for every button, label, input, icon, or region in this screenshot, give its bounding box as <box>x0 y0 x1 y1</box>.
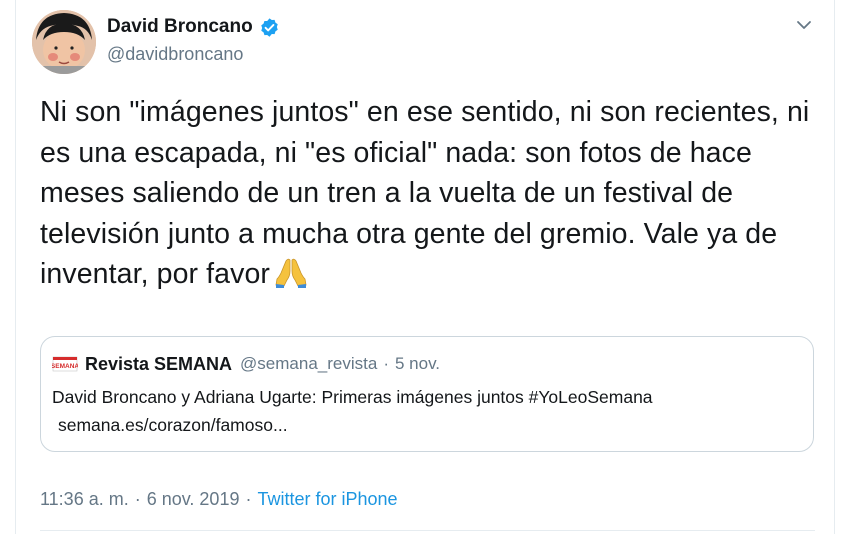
avatar[interactable] <box>32 10 96 74</box>
svg-text:SEMANA: SEMANA <box>52 363 78 370</box>
author-handle[interactable]: @davidbroncano <box>107 44 243 65</box>
author-name[interactable]: David Broncano <box>107 16 253 38</box>
tweet-body: Ni son "imágenes juntos" en ese sentido,… <box>40 96 810 290</box>
meta-separator-2: · <box>245 489 252 509</box>
divider <box>40 530 815 531</box>
tweet-text: Ni son "imágenes juntos" en ese sentido,… <box>40 92 820 295</box>
quoted-date[interactable]: 5 nov. <box>395 354 440 374</box>
tweet-meta: 11:36 a. m. · 6 nov. 2019 · Twitter for iPho… <box>40 489 398 510</box>
quoted-tweet[interactable]: SEMANA Revista SEMANA @semana_revista · … <box>40 336 814 452</box>
semana-logo-icon: SEMANA <box>51 351 79 377</box>
verified-icon <box>259 17 280 38</box>
folded-hands-emoji <box>274 256 308 288</box>
meta-separator: · <box>134 489 141 509</box>
quoted-text: David Broncano y Adriana Ugarte: Primera… <box>52 387 653 407</box>
quoted-separator: · <box>383 354 389 373</box>
quoted-author-handle[interactable]: @semana_revista <box>240 354 377 374</box>
quoted-link[interactable]: semana.es/corazon/famoso... <box>58 415 288 436</box>
quoted-author-name[interactable]: Revista SEMANA <box>85 354 232 375</box>
tweet-source-link[interactable]: Twitter for iPhone <box>257 489 397 509</box>
chevron-down-icon[interactable] <box>795 16 813 34</box>
tweet-date[interactable]: 6 nov. 2019 <box>147 489 240 509</box>
author-name-row[interactable]: David Broncano <box>107 16 280 38</box>
quoted-tweet-header: SEMANA Revista SEMANA @semana_revista · … <box>51 351 440 377</box>
tweet-time[interactable]: 11:36 a. m. <box>40 489 129 509</box>
